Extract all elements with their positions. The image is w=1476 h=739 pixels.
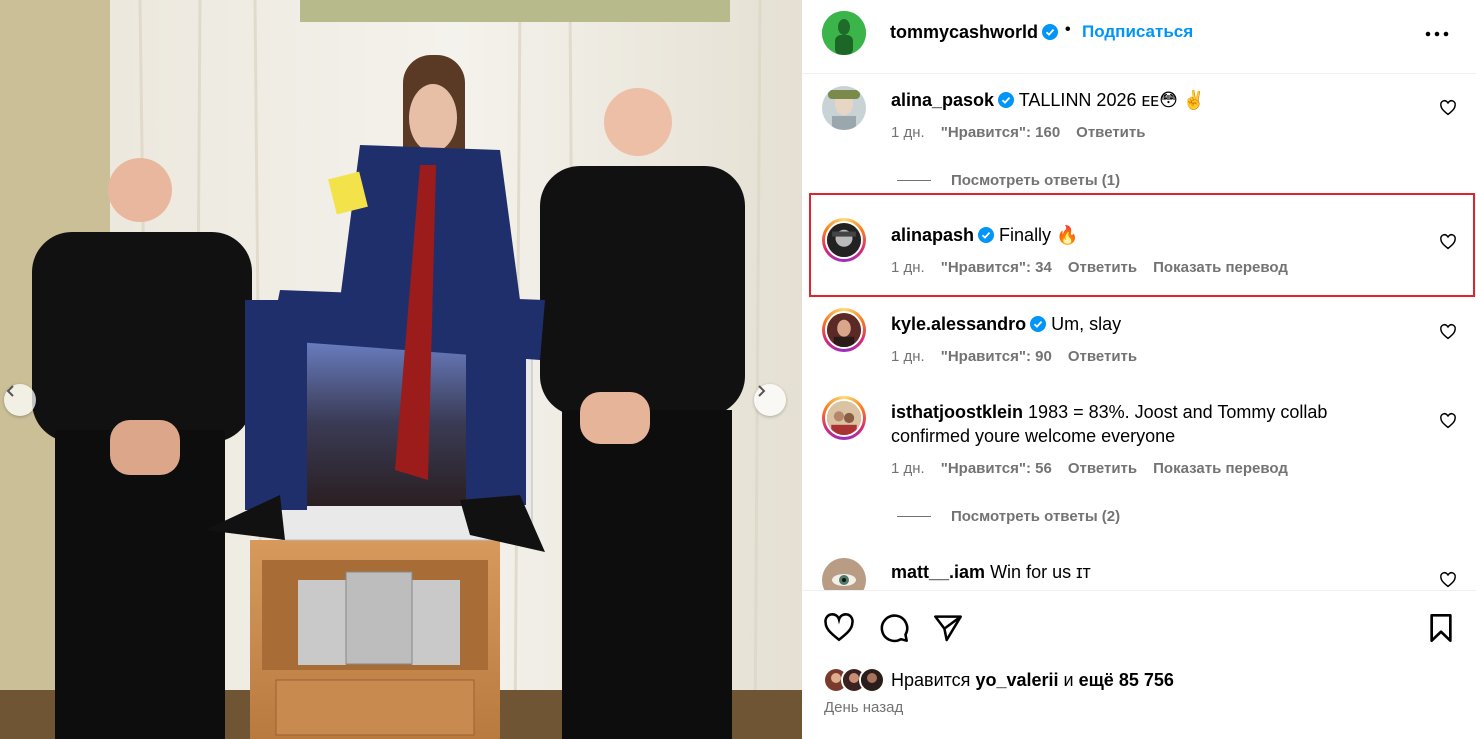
likes-text: Нравится yo_valerii и ещё 85 756 xyxy=(891,670,1174,691)
comment-username[interactable]: alinapash xyxy=(891,225,974,245)
comment-text: matt__.iam Win for us ɪᴛ xyxy=(891,560,1361,584)
view-replies-label: Посмотреть ответы (2) xyxy=(951,508,1121,525)
liker-username[interactable]: yo_valerii xyxy=(975,670,1058,690)
comment-username[interactable]: isthatjoostklein xyxy=(891,402,1023,422)
author-username-text: tommycashworld xyxy=(890,22,1039,42)
commenter-avatar[interactable] xyxy=(822,396,866,440)
comment-text: kyle.alessandro Um, slay xyxy=(891,312,1361,336)
likes-joiner: и xyxy=(1063,669,1074,690)
separator-dot: • xyxy=(1065,21,1071,38)
avatar-image-wrapper xyxy=(825,399,863,437)
reply-button[interactable]: Ответить xyxy=(1068,259,1137,276)
like-comment-icon[interactable] xyxy=(1439,233,1457,251)
post-action-bar: Нравится yo_valerii и ещё 85 756 День на… xyxy=(802,590,1476,739)
comment-time: 1 дн. xyxy=(891,460,925,477)
commenter-avatar[interactable] xyxy=(822,86,866,130)
author-avatar[interactable] xyxy=(822,11,866,55)
commenter-avatar[interactable] xyxy=(822,558,866,590)
verified-badge-icon xyxy=(998,92,1015,108)
chevron-right-icon xyxy=(758,385,766,397)
next-photo-button[interactable] xyxy=(754,384,786,416)
comment-item: matt__.iam Win for us ɪᴛ xyxy=(802,558,1476,590)
reply-button[interactable]: Ответить xyxy=(1068,348,1137,365)
avatar-image xyxy=(861,669,883,691)
photo-illustration xyxy=(0,0,802,739)
like-comment-icon[interactable] xyxy=(1439,323,1457,341)
show-translation-button[interactable]: Показать перевод xyxy=(1153,259,1288,276)
view-replies-button[interactable]: Посмотреть ответы (2) xyxy=(897,508,1120,525)
comment-username[interactable]: matt__.iam xyxy=(891,562,985,582)
avatar-image-wrapper xyxy=(825,221,863,259)
like-comment-icon[interactable] xyxy=(1439,412,1457,430)
author-username[interactable]: tommycashworld xyxy=(890,22,1059,43)
commenter-avatar[interactable] xyxy=(822,308,866,352)
more-horizontal-icon xyxy=(1425,31,1449,37)
likes-summary: Нравится yo_valerii и ещё 85 756 xyxy=(823,667,1174,693)
chevron-left-icon xyxy=(6,385,14,397)
avatar-image xyxy=(822,11,866,55)
reply-button[interactable]: Ответить xyxy=(1068,460,1137,477)
comment-meta: 1 дн. "Нравится": 90 Ответить xyxy=(891,348,1137,365)
more-options-button[interactable] xyxy=(1424,22,1450,46)
post-photo xyxy=(0,0,802,739)
view-replies-label: Посмотреть ответы (1) xyxy=(951,172,1121,189)
verified-badge-icon xyxy=(978,227,995,243)
avatar-image xyxy=(827,401,861,435)
comment-username[interactable]: kyle.alessandro xyxy=(891,314,1026,334)
comment-likes[interactable]: "Нравится": 34 xyxy=(941,259,1052,276)
show-translation-button[interactable]: Показать перевод xyxy=(1153,460,1288,477)
comment-meta: 1 дн. "Нравится": 56 Ответить Показать п… xyxy=(891,460,1288,477)
post-side-panel: tommycashworld • Подписаться alina_pasok… xyxy=(802,0,1476,739)
comment-time: 1 дн. xyxy=(891,124,925,141)
avatar-image xyxy=(822,86,866,130)
comment-meta: 1 дн. "Нравится": 160 Ответить xyxy=(891,124,1145,141)
replies-divider xyxy=(897,516,931,517)
share-send-icon[interactable] xyxy=(932,612,964,644)
comment-text: alina_pasok TALLINN 2026 ᴇᴇ😳 ✌️ xyxy=(891,88,1361,112)
comment-body: Um, slay xyxy=(1051,314,1122,334)
post-date[interactable]: День назад xyxy=(824,699,903,716)
liker-avatar xyxy=(859,667,885,693)
comment-username[interactable]: alina_pasok xyxy=(891,90,994,110)
view-replies-button[interactable]: Посмотреть ответы (1) xyxy=(897,172,1120,189)
replies-divider xyxy=(897,180,931,181)
reply-button[interactable]: Ответить xyxy=(1076,124,1145,141)
avatar-image xyxy=(827,313,861,347)
like-comment-icon[interactable] xyxy=(1439,99,1457,117)
likes-prefix: Нравится xyxy=(891,669,971,690)
commenter-avatar[interactable] xyxy=(822,218,866,262)
comment-likes[interactable]: "Нравится": 90 xyxy=(941,348,1052,365)
comment-time: 1 дн. xyxy=(891,259,925,276)
like-heart-icon[interactable] xyxy=(823,612,855,644)
likes-count[interactable]: ещё 85 756 xyxy=(1079,670,1174,690)
verified-badge-icon xyxy=(1042,24,1059,40)
comment-likes[interactable]: "Нравится": 56 xyxy=(941,460,1052,477)
comment-bubble-icon[interactable] xyxy=(878,612,910,644)
comment-body: TALLINN 2026 ᴇᴇ😳 ✌️ xyxy=(1018,90,1206,110)
like-comment-icon[interactable] xyxy=(1439,571,1457,589)
comment-body: Win for us ɪᴛ xyxy=(990,562,1091,582)
bookmark-save-icon[interactable] xyxy=(1425,612,1457,644)
post-header: tommycashworld • Подписаться xyxy=(802,0,1476,74)
comment-text: isthatjoostklein 1983 = 83%. Joost and T… xyxy=(891,400,1361,448)
previous-photo-button[interactable] xyxy=(4,384,36,416)
comment-meta: 1 дн. "Нравится": 34 Ответить Показать п… xyxy=(891,259,1288,276)
comment-likes[interactable]: "Нравится": 160 xyxy=(941,124,1060,141)
comment-body: Finally 🔥 xyxy=(999,225,1079,245)
verified-badge-icon xyxy=(1030,316,1047,332)
avatar-image xyxy=(827,223,861,257)
comment-time: 1 дн. xyxy=(891,348,925,365)
avatar-image xyxy=(822,558,866,590)
comment-text: alinapash Finally 🔥 xyxy=(891,223,1361,247)
avatar-image-wrapper xyxy=(825,311,863,349)
follow-button[interactable]: Подписаться xyxy=(1082,22,1193,42)
